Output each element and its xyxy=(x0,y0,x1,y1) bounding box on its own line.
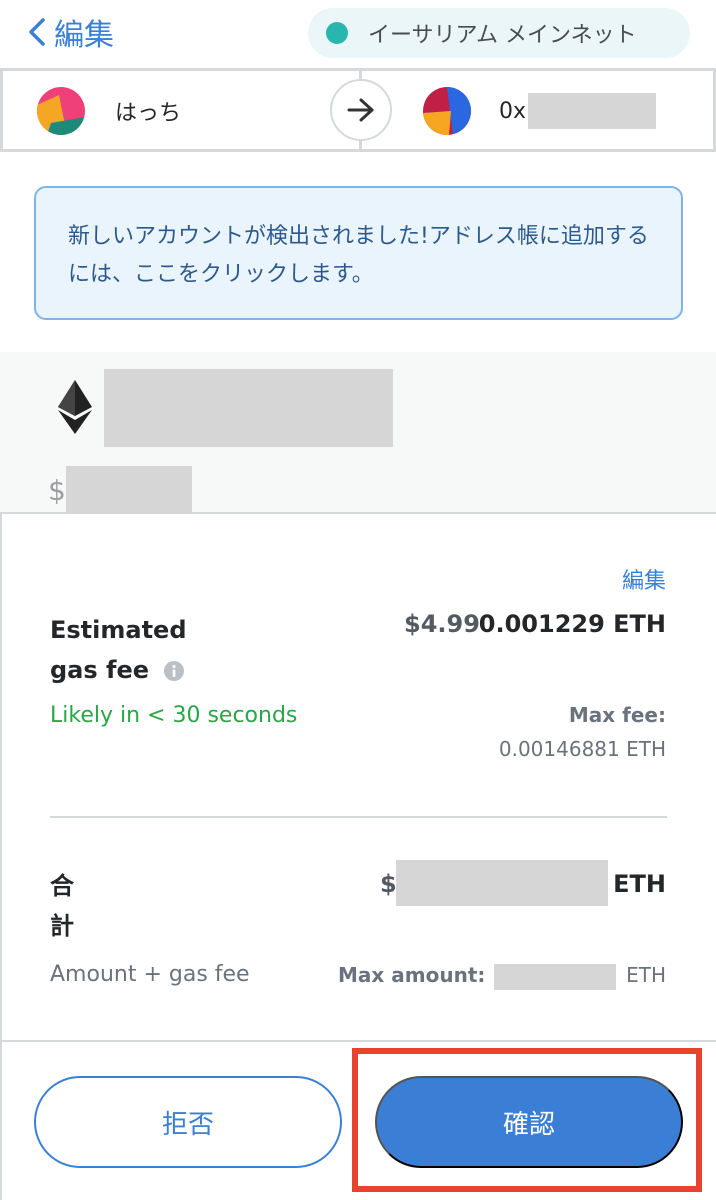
sender-recipient-bar: はっち 0x xyxy=(0,68,716,152)
max-fee-value: 0.00146881 ETH xyxy=(498,737,666,761)
notice-text: 新しいアカウントが検出されました!アドレス帳に追加するには、ここをクリックします… xyxy=(68,224,649,287)
network-status-dot-icon xyxy=(326,22,348,44)
total-fiat-symbol: $ xyxy=(380,870,397,898)
footer-divider xyxy=(0,1040,716,1042)
total-title: 合計 xyxy=(50,872,74,940)
chevron-left-icon xyxy=(29,18,45,46)
network-label: イーサリアム メインネット xyxy=(368,23,637,48)
gas-fee-eth: 0.001229 ETH xyxy=(478,610,666,638)
max-fee-label: Max fee: xyxy=(568,703,666,727)
gas-fee-title: Estimated gas fee xyxy=(50,610,230,690)
sender-name: はっち xyxy=(115,101,182,126)
sender-avatar-icon xyxy=(37,87,85,135)
arrow-right-icon xyxy=(330,79,392,141)
recipient-address: 0x xyxy=(499,93,657,129)
back-label: 編集 xyxy=(54,18,114,53)
header: 編集 イーサリアム メインネット xyxy=(0,0,716,68)
info-icon[interactable] xyxy=(163,660,185,682)
new-account-detected-notice[interactable]: 新しいアカウントが検出されました!アドレス帳に追加するには、ここをクリックします… xyxy=(34,186,683,320)
send-amount-section: $ xyxy=(0,352,716,514)
max-amount-label: Max amount: xyxy=(338,963,486,987)
redacted-max-amount xyxy=(494,964,616,990)
redacted-fiat-amount xyxy=(66,466,192,514)
network-selector[interactable]: イーサリアム メインネット xyxy=(308,8,690,58)
recipient-avatar-icon xyxy=(423,87,471,135)
redacted-total-amount xyxy=(396,860,608,906)
sender-account[interactable]: はっち xyxy=(37,87,181,135)
ethereum-icon xyxy=(58,380,92,434)
left-border xyxy=(0,514,2,1200)
back-edit-button[interactable]: 編集 xyxy=(26,12,114,53)
total-eth-unit: ETH xyxy=(613,870,666,898)
reject-button[interactable]: 拒否 xyxy=(34,1076,342,1168)
recipient-address-prefix: 0x xyxy=(499,98,527,124)
fiat-symbol: $ xyxy=(48,474,66,507)
total-subtitle: Amount + gas fee xyxy=(50,962,250,987)
recipient-account[interactable]: 0x xyxy=(423,87,657,135)
edit-gas-link[interactable]: 編集 xyxy=(622,563,666,595)
redacted-address xyxy=(528,93,657,129)
redacted-amount xyxy=(104,369,393,447)
max-amount-unit: ETH xyxy=(626,963,666,987)
gas-fee-fiat: $4.99 xyxy=(404,610,480,638)
divider xyxy=(50,816,667,818)
likely-time-estimate: Likely in < 30 seconds xyxy=(50,703,298,728)
confirm-button[interactable]: 確認 xyxy=(375,1076,683,1168)
